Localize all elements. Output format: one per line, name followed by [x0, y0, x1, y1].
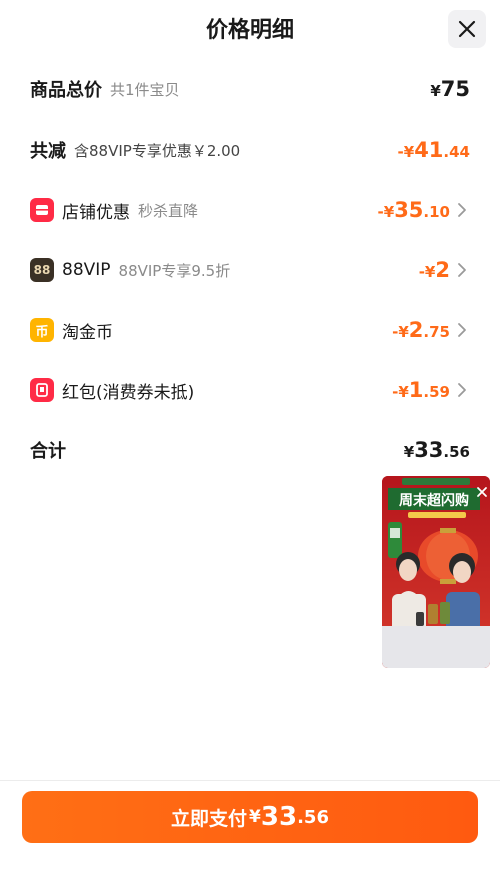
vip-discount-amount: -¥ 2 [419, 258, 450, 282]
chevron-right-icon [458, 263, 466, 277]
total-amount: ¥33.56 [404, 438, 470, 462]
pay-now-button[interactable]: 立即支付 ¥33.56 [22, 791, 478, 843]
amount-int: 41 [414, 138, 444, 162]
amount-dec: .10 [423, 203, 450, 221]
amount-dec: .59 [423, 383, 450, 401]
redpacket-amount: -¥ 1.59 [392, 378, 450, 402]
vip-discount-label: 88VIP [62, 260, 111, 280]
currency-symbol: -¥ [392, 323, 409, 341]
amount-int: 2 [408, 318, 424, 342]
subtotal-label: 商品总价 [30, 80, 102, 101]
shop-discount-amount: -¥ 35.10 [378, 198, 450, 222]
amount-dec: .75 [423, 323, 450, 341]
shop-discount-row[interactable]: 店铺优惠 秒杀直降 -¥ 35.10 [30, 190, 470, 230]
amount-dec: .56 [443, 443, 470, 461]
amount-int: 35 [394, 198, 424, 222]
shop-discount-label: 店铺优惠 [62, 202, 130, 223]
chevron-right-icon [458, 323, 466, 337]
subtotal-row: 商品总价 共1件宝贝 ¥75 [30, 69, 470, 109]
discount-total-row: 共减 含88VIP专享优惠￥2.00 -¥ 41.44 [30, 130, 470, 170]
shop-discount-type: 秒杀直降 [138, 201, 199, 220]
page-title: 价格明细 [205, 18, 294, 43]
live-stream-image: 周末超闪购 [382, 476, 490, 668]
footer: 立即支付 ¥33.56 [0, 780, 500, 883]
amount-dec: .44 [443, 143, 470, 161]
shop-icon [30, 198, 54, 222]
currency-symbol: ¥ [403, 443, 415, 461]
subtotal-count: 共1件宝贝 [110, 80, 180, 99]
discount-total-amount: -¥ 41.44 [398, 138, 470, 162]
coin-discount-label: 淘金币 [62, 322, 113, 343]
live-stream-thumbnail[interactable]: 周末超闪购 [382, 476, 490, 668]
currency-symbol: -¥ [397, 143, 415, 161]
pay-amount-dec: .56 [297, 806, 329, 828]
close-button[interactable] [448, 10, 486, 48]
currency-symbol: -¥ [392, 383, 409, 401]
red-packet-icon [30, 378, 54, 402]
redpacket-row[interactable]: 红包(消费券未抵) -¥ 1.59 [30, 370, 470, 410]
live-banner-text: 周末超闪购 [399, 492, 469, 509]
header: 价格明细 [0, 0, 500, 58]
currency-symbol: -¥ [377, 203, 395, 221]
subtotal-amount: ¥75 [430, 77, 470, 101]
discount-total-label: 共减 [30, 141, 66, 162]
currency-symbol: -¥ [418, 263, 436, 281]
pay-amount-int: 33 [260, 802, 298, 832]
coin-icon: 币 [30, 318, 54, 342]
chevron-right-icon [458, 203, 466, 217]
amount-int: 75 [440, 77, 470, 101]
coin-discount-amount: -¥ 2.75 [392, 318, 450, 342]
chevron-right-icon [458, 383, 466, 397]
pay-now-label: 立即支付 [171, 807, 248, 830]
vip-discount-row[interactable]: 88 88VIP 88VIP专享9.5折 -¥ 2 [30, 250, 470, 290]
vip-icon: 88 [30, 258, 54, 282]
coin-discount-row[interactable]: 币 淘金币 -¥ 2.75 [30, 310, 470, 350]
pay-currency: ¥ [249, 807, 261, 827]
amount-int: 2 [435, 258, 450, 282]
currency-symbol: ¥ [430, 82, 441, 100]
redpacket-label: 红包(消费券未抵) [62, 382, 195, 403]
amount-int: 1 [408, 378, 424, 402]
vip-discount-note: 88VIP专享9.5折 [118, 261, 231, 280]
discount-total-note: 含88VIP专享优惠￥2.00 [74, 141, 241, 160]
total-row: 合计 ¥33.56 [30, 430, 470, 470]
total-label: 合计 [30, 441, 66, 462]
close-icon [458, 20, 476, 38]
amount-int: 33 [414, 438, 444, 462]
